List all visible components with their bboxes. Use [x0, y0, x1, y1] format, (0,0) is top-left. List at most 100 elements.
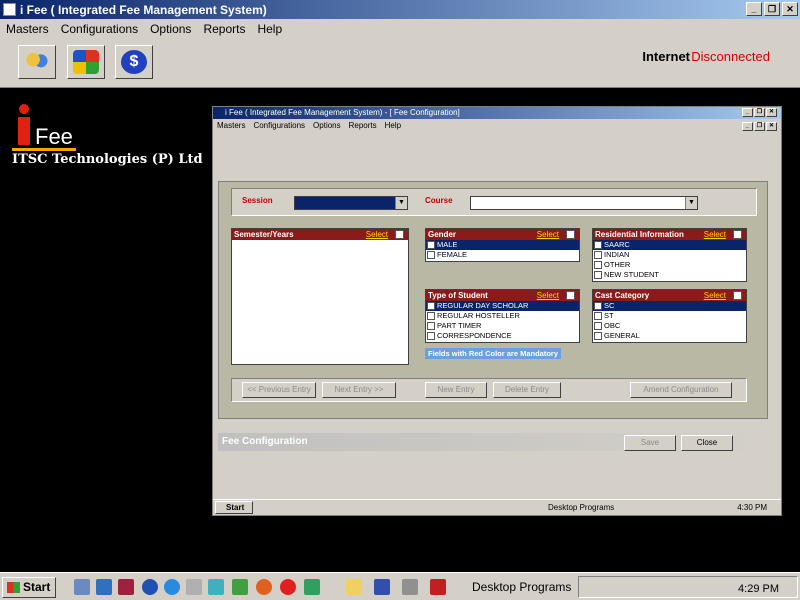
- close-button[interactable]: ✕: [782, 2, 798, 16]
- checkbox[interactable]: [594, 312, 602, 320]
- amend-configuration-button[interactable]: Amend Configuration: [630, 382, 732, 398]
- checkbox[interactable]: [427, 241, 435, 249]
- checkbox[interactable]: [427, 302, 435, 310]
- list-item[interactable]: FEMALE: [426, 250, 579, 260]
- quick-launch-icon[interactable]: [280, 579, 296, 595]
- list-item[interactable]: ST: [593, 311, 746, 321]
- dialog-menu-masters[interactable]: Masters: [213, 121, 249, 133]
- desktop-programs[interactable]: Desktop Programs: [472, 580, 571, 594]
- next-entry-button[interactable]: Next Entry >>: [322, 382, 396, 398]
- gender-select-all-checkbox[interactable]: [566, 230, 575, 239]
- save-button[interactable]: Save: [624, 435, 676, 451]
- menu-help[interactable]: Help: [251, 22, 288, 36]
- list-item[interactable]: PART TIMER: [426, 321, 579, 331]
- quick-launch-icon[interactable]: [208, 579, 224, 595]
- start-button[interactable]: Start: [2, 577, 56, 598]
- cast-category-list: Cast Category Select SC ST OBC GENERAL: [592, 289, 747, 343]
- menu-options[interactable]: Options: [144, 22, 197, 36]
- menu-masters[interactable]: Masters: [0, 22, 55, 36]
- quick-launch-icon[interactable]: [118, 579, 134, 595]
- student-type-select-all-checkbox[interactable]: [566, 291, 575, 300]
- checkbox[interactable]: [594, 332, 602, 340]
- list-item[interactable]: REGULAR HOSTELLER: [426, 311, 579, 321]
- list-item[interactable]: SAARC: [593, 240, 746, 250]
- checkbox[interactable]: [594, 322, 602, 330]
- quick-launch-icon[interactable]: [256, 579, 272, 595]
- list-item[interactable]: SC: [593, 301, 746, 311]
- delete-entry-button[interactable]: Delete Entry: [493, 382, 561, 398]
- item-label: NEW STUDENT: [604, 270, 659, 279]
- menu-configurations[interactable]: Configurations: [55, 22, 144, 36]
- quick-launch-icon[interactable]: [186, 579, 202, 595]
- inner-desktop-programs[interactable]: Desktop Programs: [548, 503, 614, 512]
- list-item[interactable]: OTHER: [593, 260, 746, 270]
- item-label: FEMALE: [437, 250, 468, 259]
- list-item[interactable]: NEW STUDENT: [593, 270, 746, 280]
- checkbox[interactable]: [594, 251, 602, 259]
- word-icon[interactable]: [374, 579, 390, 595]
- inner-start-button[interactable]: Start: [215, 501, 253, 514]
- child-maximize-button[interactable]: ❐: [754, 122, 765, 131]
- fee-button[interactable]: $: [115, 45, 153, 79]
- dialog-minimize-button[interactable]: _: [742, 108, 753, 117]
- minimize-button[interactable]: _: [746, 2, 762, 16]
- maximize-button[interactable]: ❐: [764, 2, 780, 16]
- list-item[interactable]: GENERAL: [593, 331, 746, 341]
- semester-list[interactable]: Semester/Years Select: [231, 228, 409, 365]
- users-button[interactable]: [18, 45, 56, 79]
- logo-text: Fee: [35, 124, 73, 149]
- dialog-close-button[interactable]: ✕: [766, 108, 777, 117]
- checkbox[interactable]: [427, 312, 435, 320]
- student-type-header: Type of Student Select: [426, 290, 579, 301]
- gender-header-label: Gender: [428, 230, 457, 239]
- checkbox[interactable]: [427, 332, 435, 340]
- list-item[interactable]: OBC: [593, 321, 746, 331]
- student-type-select-link[interactable]: Select: [537, 290, 559, 301]
- session-dropdown[interactable]: ▼: [294, 196, 408, 210]
- dialog-maximize-button[interactable]: ❐: [754, 108, 765, 117]
- system-tray: 4:29 PM: [578, 576, 798, 598]
- close-dialog-button[interactable]: Close: [681, 435, 733, 451]
- dialog-menu-options[interactable]: Options: [309, 121, 345, 133]
- checkbox[interactable]: [427, 322, 435, 330]
- child-minimize-button[interactable]: _: [742, 122, 753, 131]
- list-item[interactable]: REGULAR DAY SCHOLAR: [426, 301, 579, 311]
- semester-select-link[interactable]: Select: [366, 229, 388, 240]
- course-dropdown[interactable]: ▼: [470, 196, 698, 210]
- gender-select-link[interactable]: Select: [537, 229, 559, 240]
- checkbox[interactable]: [594, 302, 602, 310]
- list-item[interactable]: MALE: [426, 240, 579, 250]
- checkbox[interactable]: [594, 241, 602, 249]
- windows-config-icon: [73, 50, 99, 74]
- list-item[interactable]: INDIAN: [593, 250, 746, 260]
- ifee-task-icon[interactable]: [430, 579, 446, 595]
- previous-entry-button[interactable]: << Previous Entry: [242, 382, 316, 398]
- checkbox[interactable]: [427, 251, 435, 259]
- quick-launch-icon[interactable]: [304, 579, 320, 595]
- dialog-menu-configurations[interactable]: Configurations: [249, 121, 309, 133]
- quick-launch-icon[interactable]: [232, 579, 248, 595]
- info-icon[interactable]: [142, 579, 158, 595]
- show-desktop-icon[interactable]: [74, 579, 90, 595]
- mandatory-note: Fields with Red Color are Mandatory: [425, 348, 562, 359]
- dialog-menu-help[interactable]: Help: [381, 121, 405, 133]
- app-icon[interactable]: [402, 579, 418, 595]
- configuration-button[interactable]: [67, 45, 105, 79]
- new-entry-button[interactable]: New Entry: [425, 382, 487, 398]
- cast-category-select-all-checkbox[interactable]: [733, 291, 742, 300]
- internet-explorer-icon[interactable]: [164, 579, 180, 595]
- semester-select-all-checkbox[interactable]: [395, 230, 404, 239]
- folder-icon[interactable]: [346, 579, 362, 595]
- child-close-button[interactable]: ✕: [766, 122, 777, 131]
- residential-select-link[interactable]: Select: [704, 229, 726, 240]
- checkbox[interactable]: [594, 261, 602, 269]
- quick-launch-icon[interactable]: [96, 579, 112, 595]
- list-item[interactable]: CORRESPONDENCE: [426, 331, 579, 341]
- cast-category-select-link[interactable]: Select: [704, 290, 726, 301]
- checkbox[interactable]: [594, 271, 602, 279]
- internet-label: Internet: [642, 49, 690, 64]
- menu-reports[interactable]: Reports: [197, 22, 251, 36]
- dialog-menu-reports[interactable]: Reports: [345, 121, 381, 133]
- residential-select-all-checkbox[interactable]: [733, 230, 742, 239]
- item-label: ST: [604, 311, 614, 320]
